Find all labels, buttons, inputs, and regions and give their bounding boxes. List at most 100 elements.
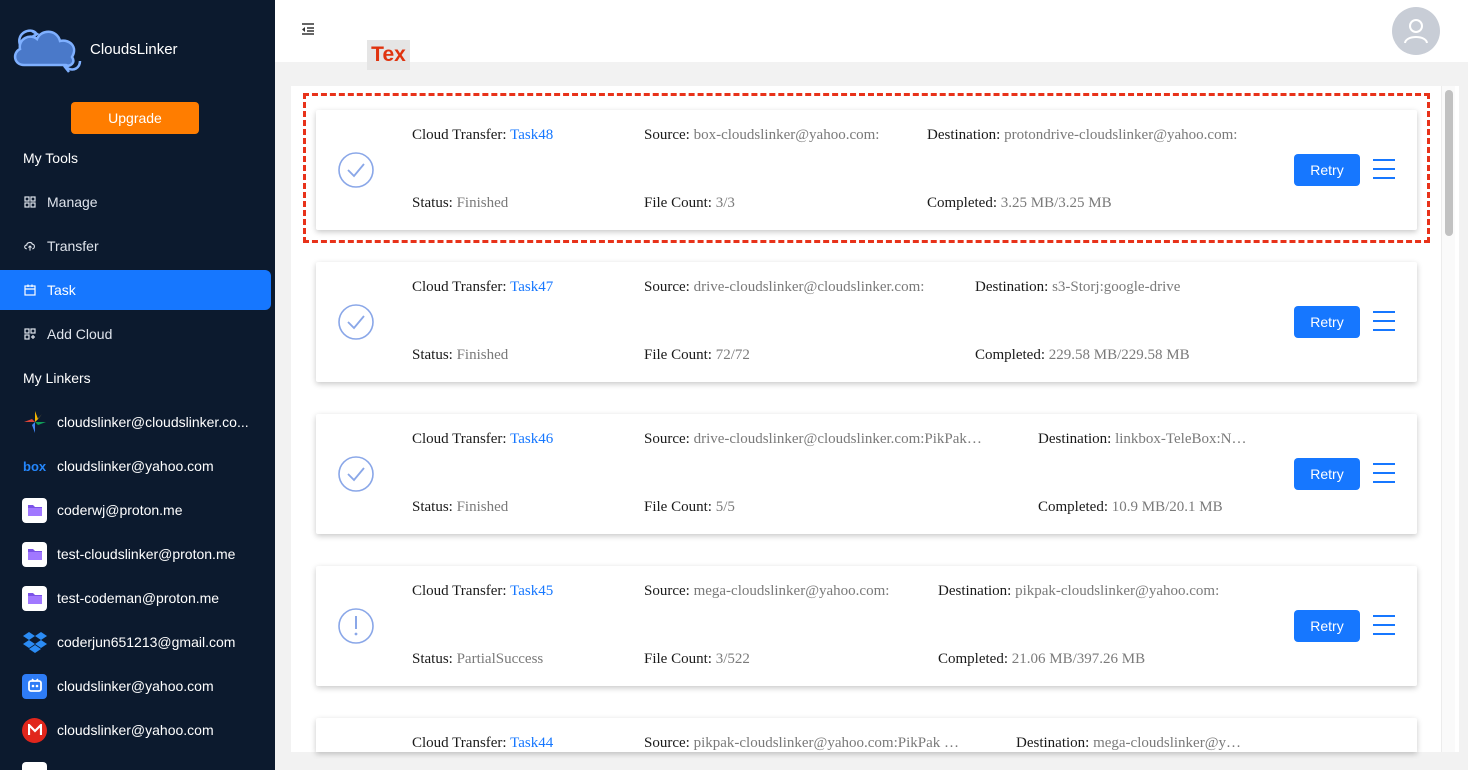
- destination-label: Destination:: [975, 279, 1049, 295]
- user-icon: [1404, 19, 1428, 44]
- completed-value: 3.25 MB/3.25 MB: [1000, 195, 1112, 211]
- hamburger-menu-icon[interactable]: [1372, 310, 1396, 332]
- sidebar-item-add-cloud[interactable]: Add Cloud: [0, 314, 271, 354]
- linker-label: coderjun651213@gmail.com: [57, 634, 236, 650]
- linker-label: cloudslinker@yahoo.com: [57, 678, 214, 694]
- sidebar-item-label: Add Cloud: [47, 326, 113, 342]
- linker-item-proton-1[interactable]: coderwj@proton.me: [22, 496, 272, 524]
- completed-label: Completed:: [1038, 499, 1108, 515]
- pikpak-icon: [22, 673, 47, 699]
- proton-drive-icon: [22, 497, 47, 523]
- linker-item-proton-2[interactable]: test-cloudslinker@proton.me: [22, 540, 272, 568]
- source-value: mega-cloudslinker@yahoo.com:: [693, 583, 890, 599]
- sidebar-item-label: Task: [47, 282, 76, 298]
- task-card: Cloud Transfer: Task44 Source: pikpak-cl…: [316, 718, 1417, 752]
- destination-label: Destination:: [1038, 431, 1112, 447]
- check-circle-icon: [337, 151, 375, 189]
- destination-value: protondrive-cloudslinker@yahoo.com:: [1004, 127, 1238, 143]
- proton-drive-icon: [22, 541, 47, 567]
- status-label: Status:: [412, 499, 453, 515]
- destination-label: Destination:: [1016, 735, 1090, 751]
- status-value: PartialSuccess: [456, 651, 544, 667]
- linker-label: cloudslinker@cloudslinker.co...: [57, 414, 249, 430]
- destination-value: linkbox-TeleBox:N…: [1115, 431, 1247, 447]
- file-count-value: 3/3: [715, 195, 735, 211]
- source-label: Source:: [644, 735, 690, 751]
- source-label: Source:: [644, 279, 690, 295]
- source-label: Source:: [644, 127, 690, 143]
- file-count-value: 5/5: [715, 499, 735, 515]
- linker-item-dropbox[interactable]: coderjun651213@gmail.com: [22, 628, 272, 656]
- file-count-value: 72/72: [715, 347, 750, 363]
- task-name-link[interactable]: Task46: [510, 431, 553, 447]
- menu-fold-icon[interactable]: [300, 21, 316, 37]
- linker-label: test-cloudslinker@proton.me: [57, 546, 236, 562]
- grid-plus-icon: [24, 328, 36, 340]
- top-header: [275, 0, 1468, 62]
- status-value: Finished: [456, 195, 509, 211]
- completed-label: Completed:: [975, 347, 1045, 363]
- sidebar-item-task[interactable]: Task: [0, 270, 271, 310]
- source-value: drive-cloudslinker@cloudslinker.com:PikP…: [693, 431, 982, 447]
- linker-item-partial[interactable]: [22, 760, 272, 770]
- retry-button[interactable]: Retry: [1294, 610, 1360, 642]
- upgrade-button[interactable]: Upgrade: [71, 102, 199, 134]
- dropbox-icon: [22, 630, 47, 655]
- sidebar-item-transfer[interactable]: Transfer: [0, 226, 271, 266]
- avatar[interactable]: [1392, 7, 1440, 55]
- destination-value: mega-cloudslinker@y…: [1093, 735, 1242, 751]
- destination-label: Destination:: [938, 583, 1012, 599]
- calendar-icon: [24, 284, 36, 296]
- status-value: Finished: [456, 499, 509, 515]
- tex-label: Tex: [367, 40, 410, 70]
- linker-item-proton-3[interactable]: test-codeman@proton.me: [22, 584, 272, 612]
- cloudslinker-logo-icon: [13, 29, 82, 73]
- hamburger-menu-icon[interactable]: [1372, 614, 1396, 636]
- my-linkers-title: My Linkers: [23, 370, 91, 386]
- linker-label: test-codeman@proton.me: [57, 590, 220, 606]
- scrollbar-thumb[interactable]: [1445, 90, 1453, 236]
- file-count-label: File Count:: [644, 651, 712, 667]
- task-card: Cloud Transfer: Task47 Source: drive-clo…: [316, 262, 1417, 382]
- source-label: Source:: [644, 583, 690, 599]
- retry-button[interactable]: Retry: [1294, 154, 1360, 186]
- sidebar: CloudsLinker Upgrade My Tools Manage Tra…: [0, 0, 275, 770]
- linker-item-google-drive[interactable]: cloudslinker@cloudslinker.co...: [22, 408, 272, 436]
- google-drive-icon: [22, 410, 47, 435]
- status-label: Status:: [412, 195, 453, 211]
- cloud-transfer-label: Cloud Transfer:: [412, 583, 507, 599]
- my-tools-title: My Tools: [23, 150, 78, 166]
- file-count-label: File Count:: [644, 195, 712, 211]
- sidebar-item-label: Manage: [47, 194, 98, 210]
- proton-drive-icon: [22, 585, 47, 611]
- completed-value: 21.06 MB/397.26 MB: [1011, 651, 1146, 667]
- hamburger-menu-icon[interactable]: [1372, 158, 1396, 180]
- task-card: Cloud Transfer: Task45 Source: mega-clou…: [316, 566, 1417, 686]
- task-name-link[interactable]: Task47: [510, 279, 553, 295]
- cloud-transfer-label: Cloud Transfer:: [412, 127, 507, 143]
- sidebar-item-manage[interactable]: Manage: [0, 182, 271, 222]
- mega-icon: [22, 717, 47, 743]
- task-name-link[interactable]: Task48: [510, 127, 553, 143]
- linker-item-box[interactable]: box cloudslinker@yahoo.com: [22, 452, 272, 480]
- retry-button[interactable]: Retry: [1294, 306, 1360, 338]
- check-circle-icon: [337, 455, 375, 493]
- scrollbar[interactable]: [1441, 86, 1455, 752]
- cloud-transfer-label: Cloud Transfer:: [412, 431, 507, 447]
- status-value: Finished: [456, 347, 509, 363]
- task-name-link[interactable]: Task44: [510, 735, 553, 751]
- completed-value: 10.9 MB/20.1 MB: [1111, 499, 1223, 515]
- source-value: box-cloudslinker@yahoo.com:: [693, 127, 880, 143]
- exclamation-circle-icon: [337, 607, 375, 645]
- file-count-label: File Count:: [644, 347, 712, 363]
- linker-item-pikpak[interactable]: cloudslinker@yahoo.com: [22, 672, 272, 700]
- task-name-link[interactable]: Task45: [510, 583, 553, 599]
- check-circle-icon: [337, 303, 375, 341]
- linker-label: cloudslinker@yahoo.com: [57, 722, 214, 738]
- hamburger-menu-icon[interactable]: [1372, 462, 1396, 484]
- brand[interactable]: CloudsLinker: [10, 20, 178, 78]
- file-count-label: File Count:: [644, 499, 712, 515]
- retry-button[interactable]: Retry: [1294, 458, 1360, 490]
- linker-item-mega[interactable]: cloudslinker@yahoo.com: [22, 716, 272, 744]
- file-count-value: 3/522: [715, 651, 750, 667]
